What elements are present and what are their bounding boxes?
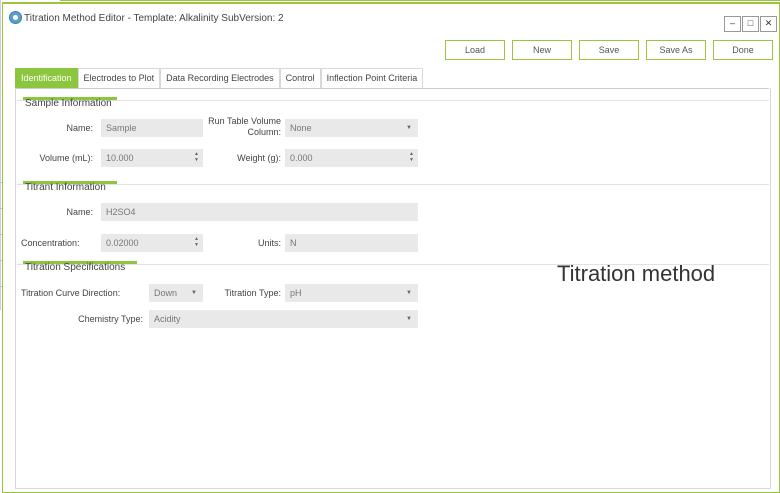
volume-stepper[interactable]: 10.000 ▲ ▼ <box>101 149 203 167</box>
tab-identification[interactable]: Identification <box>15 68 78 88</box>
chemistry-type-select[interactable]: Acidity ▼ <box>149 310 418 328</box>
curve-direction-label: Titration Curve Direction: <box>21 288 121 298</box>
spin-arrows-icon[interactable]: ▲ ▼ <box>409 151 414 163</box>
chevron-down-icon: ▼ <box>406 316 412 322</box>
frame-top-line <box>60 0 780 1</box>
app-logo-icon <box>9 11 22 24</box>
section-title: Titration Specifications <box>25 262 126 273</box>
run-table-select[interactable]: None ▼ <box>285 119 418 137</box>
tab-electrodes-to-plot[interactable]: Electrodes to Plot <box>77 68 161 88</box>
concentration-value: 0.02000 <box>106 238 139 248</box>
sample-information-section: Sample Information Name: Sample Run Tabl… <box>17 97 769 177</box>
close-button[interactable]: ✕ <box>760 16 777 32</box>
titrant-name-field[interactable]: H2SO4 <box>101 203 418 221</box>
curve-direction-select[interactable]: Down ▼ <box>149 284 203 302</box>
load-button[interactable]: Load <box>445 40 505 60</box>
spin-arrows-icon[interactable]: ▲ ▼ <box>194 151 199 163</box>
weight-stepper[interactable]: 0.000 ▲ ▼ <box>285 149 418 167</box>
tab-control[interactable]: Control <box>279 68 321 88</box>
window-controls: – □ ✕ <box>723 16 777 32</box>
titration-type-value: pH <box>290 288 302 298</box>
concentration-stepper[interactable]: 0.02000 ▲ ▼ <box>101 234 203 252</box>
minimize-button[interactable]: – <box>724 16 741 32</box>
new-button[interactable]: New <box>512 40 572 60</box>
titrant-information-section: Titrant Information Name: H2SO4 Concentr… <box>17 181 769 255</box>
tab-data-recording-electrodes[interactable]: Data Recording Electrodes <box>160 68 280 88</box>
sample-name-label: Name: <box>66 123 93 133</box>
chemistry-type-value: Acidity <box>154 314 181 324</box>
units-label: Units: <box>257 238 281 248</box>
titration-type-select[interactable]: pH ▼ <box>285 284 418 302</box>
chevron-down-icon: ▼ <box>406 125 412 131</box>
spin-arrows-icon[interactable]: ▲ ▼ <box>194 236 199 248</box>
tab-inflection-point-criteria[interactable]: Inflection Point Criteria <box>320 68 424 88</box>
chemistry-type-label: Chemistry Type: <box>78 314 143 324</box>
titrant-name-label: Name: <box>66 207 93 217</box>
section-title: Sample Information <box>25 98 112 109</box>
frame-left-line <box>0 0 1 310</box>
weight-label: Weight (g): <box>237 153 281 163</box>
method-editor-window: Titration Method Editor - Template: Alka… <box>2 2 780 493</box>
volume-value: 10.000 <box>106 153 134 163</box>
concentration-label: Concentration: <box>21 238 80 248</box>
save-as-button[interactable]: Save As <box>646 40 706 60</box>
done-button[interactable]: Done <box>713 40 773 60</box>
weight-value: 0.000 <box>290 153 313 163</box>
run-table-label: Run Table Volume Column: <box>208 116 281 137</box>
save-button[interactable]: Save <box>579 40 639 60</box>
chevron-down-icon: ▼ <box>406 290 412 296</box>
section-title: Titrant Information <box>25 182 106 193</box>
chevron-down-icon: ▼ <box>191 290 197 296</box>
maximize-button[interactable]: □ <box>742 16 759 32</box>
window-title: Titration Method Editor - Template: Alka… <box>24 13 284 24</box>
title-bar: Titration Method Editor - Template: Alka… <box>3 4 779 32</box>
units-field[interactable]: N <box>285 234 418 252</box>
overlay-caption: Titration method <box>557 261 716 286</box>
toolbar: Load New Save Save As Done <box>445 40 780 60</box>
tab-bar: Identification Electrodes to Plot Data R… <box>15 68 769 89</box>
volume-label: Volume (mL): <box>39 153 93 163</box>
sample-name-field[interactable]: Sample <box>101 119 203 137</box>
titration-type-label: Titration Type: <box>224 288 281 298</box>
run-table-value: None <box>290 123 312 133</box>
curve-direction-value: Down <box>154 288 178 298</box>
